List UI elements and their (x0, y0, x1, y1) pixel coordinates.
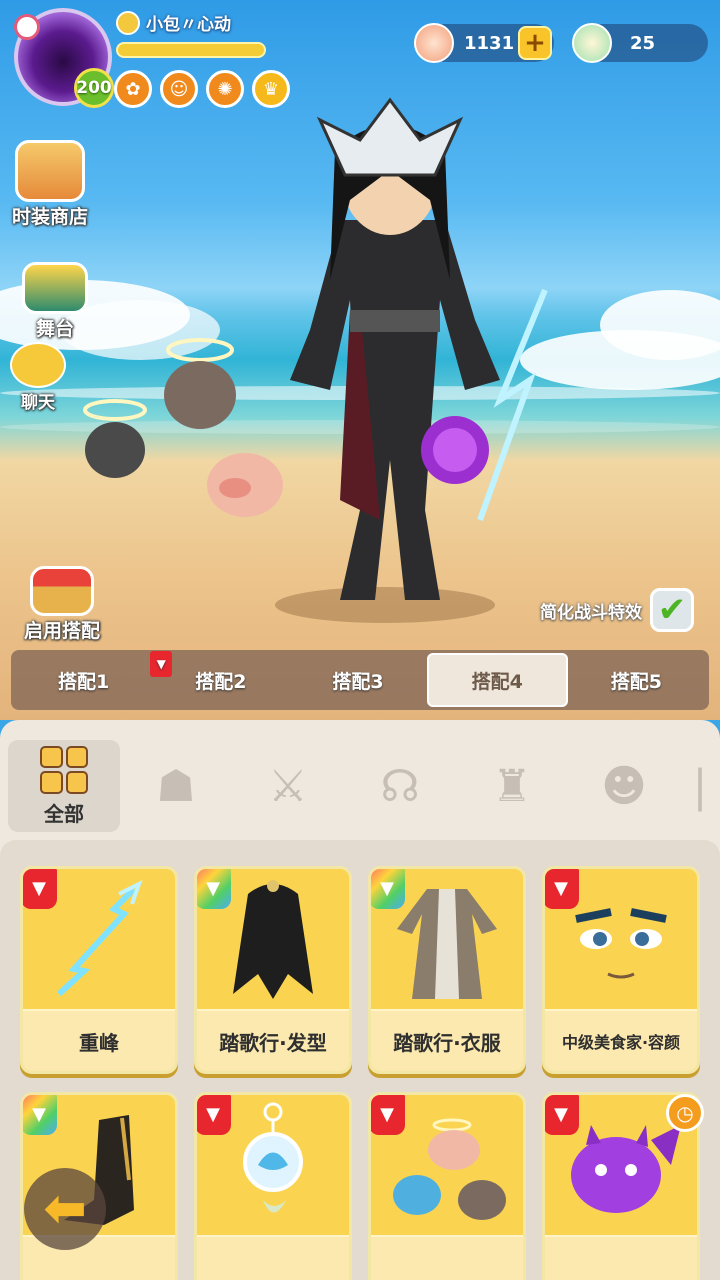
hair-category-icon[interactable]: ☊ (344, 740, 456, 832)
gem-icon (572, 23, 612, 63)
gem-amount: 25 (630, 32, 656, 54)
wardrobe-panel: 全部 ☗ ⚔ ☊ ♜ ☻ ❘ ▼ 重峰 ▼ 踏歌行·发型 ▼ 踏歌行·衣服 ▼ … (0, 720, 720, 1280)
tab-outfit-4[interactable]: 搭配4 (426, 653, 568, 707)
stage-label: 舞台 (35, 318, 74, 340)
mask-category-icon[interactable]: ☗ (120, 740, 232, 832)
stage-button[interactable]: 舞台 (22, 262, 88, 341)
shell-amount: 1131 (464, 32, 515, 54)
tab-label: 搭配5 (610, 670, 663, 693)
player-level: 200 (74, 68, 114, 108)
add-currency-button[interactable]: + (518, 26, 552, 60)
item-grid: ▼ 重峰 ▼ 踏歌行·发型 ▼ 踏歌行·衣服 ▼ 中级美食家·容颜 ▼ ▼ ▼ … (20, 866, 700, 1280)
shop-icon (15, 140, 85, 202)
simplify-effects-toggle[interactable]: 简化战斗特效 ✔ (540, 588, 694, 632)
category-all-label: 全部 (44, 801, 84, 826)
shirt-flag-icon: ▼ (197, 1095, 231, 1135)
shirt-flag-icon: ▼ (545, 1095, 579, 1135)
item-label: 踏歌行·衣服 (371, 1009, 523, 1071)
chat-icon (10, 342, 66, 388)
shirt-flag-icon: ▼ (23, 1095, 57, 1135)
fashion-shop-label: 时装商店 (12, 206, 89, 228)
monkey-badge-icon[interactable]: ☺ (160, 70, 198, 108)
player-name-row: 小包〃心动 (116, 10, 231, 35)
shell-icon (414, 23, 454, 63)
badge-row: ✿ ☺ ✺ ♛ (114, 70, 290, 108)
item-card[interactable]: ▼ (368, 1092, 526, 1280)
shirt-flag-icon: ▼ (23, 869, 57, 909)
apply-outfit-button[interactable]: 启用搭配 (24, 566, 100, 643)
item-grid-area: ▼ 重峰 ▼ 踏歌行·发型 ▼ 踏歌行·衣服 ▼ 中级美食家·容颜 ▼ ▼ ▼ … (0, 840, 720, 1280)
tab-label: 搭配2 (195, 670, 247, 693)
item-label: 重峰 (23, 1009, 175, 1071)
weapon-category-icon[interactable]: ⚔ (232, 740, 344, 832)
item-card[interactable]: ▼ 中级美食家·容颜 (542, 866, 700, 1074)
item-card[interactable]: ▼ 踏歌行·发型 (194, 866, 352, 1074)
player-name: 小包〃心动 (146, 15, 231, 35)
item-label: 中级美食家·容颜 (545, 1009, 697, 1071)
shell-currency: 1131 + (414, 23, 554, 63)
face-category-icon[interactable]: ☻ (568, 740, 680, 832)
chat-label: 聊天 (21, 393, 55, 413)
shirt-flag-icon: ▼ (545, 869, 579, 909)
avatar-frame-badge-icon (14, 14, 40, 40)
clock-icon: ◷ (666, 1094, 704, 1132)
shirt-flag-icon: ▼ (371, 869, 405, 909)
tab-label: 搭配4 (471, 670, 523, 693)
item-label (545, 1235, 697, 1280)
category-bar: 全部 ☗ ⚔ ☊ ♜ ☻ ❘ (0, 730, 720, 842)
tab-outfit-5[interactable]: 搭配5 (568, 653, 705, 707)
apply-outfit-label: 启用搭配 (24, 620, 101, 642)
chat-button[interactable]: 聊天 (10, 342, 66, 413)
experience-bar (116, 42, 266, 58)
shirt-icon: ▼ (150, 651, 173, 677)
item-label (371, 1235, 523, 1280)
item-label (197, 1235, 349, 1280)
smiley-icon (116, 10, 140, 35)
flag-icon (30, 566, 94, 616)
back-arrow-icon: ⬅ (43, 1179, 87, 1239)
crown-badge-icon[interactable]: ♛ (252, 70, 290, 108)
more-category-icon[interactable]: ❘ (680, 740, 720, 832)
outfit-tabs: 搭配1 ▼ 搭配2 搭配3 搭配4 搭配5 (11, 650, 709, 710)
stage-icon (22, 262, 88, 314)
checkmark-icon[interactable]: ✔ (650, 588, 694, 632)
item-card[interactable]: ▼ (194, 1092, 352, 1280)
item-label: 踏歌行·发型 (197, 1009, 349, 1071)
grid-icon (40, 745, 88, 794)
clothes-category-icon[interactable]: ♜ (456, 740, 568, 832)
tab-outfit-2[interactable]: ▼ 搭配2 (150, 651, 289, 707)
item-card[interactable]: ▼ 踏歌行·衣服 (368, 866, 526, 1074)
tab-label: 搭配3 (332, 670, 384, 693)
shirt-flag-icon: ▼ (371, 1095, 405, 1135)
tab-label: 搭配1 (57, 670, 110, 693)
back-button[interactable]: ⬅ (24, 1168, 106, 1250)
gem-currency: 25 (572, 23, 708, 63)
category-all-button[interactable]: 全部 (8, 740, 120, 832)
pet-companions (83, 338, 283, 517)
item-card[interactable]: ▼ 重峰 (20, 866, 178, 1074)
shirt-flag-icon: ▼ (197, 869, 231, 909)
fashion-shop-button[interactable]: 时装商店 (12, 140, 88, 229)
swirl-badge-icon[interactable]: ✺ (206, 70, 244, 108)
tab-outfit-3[interactable]: 搭配3 (289, 653, 426, 707)
tab-outfit-1[interactable]: 搭配1 (15, 653, 152, 707)
mushroom-badge-icon[interactable]: ✿ (114, 70, 152, 108)
simplify-effects-label: 简化战斗特效 (540, 602, 642, 623)
